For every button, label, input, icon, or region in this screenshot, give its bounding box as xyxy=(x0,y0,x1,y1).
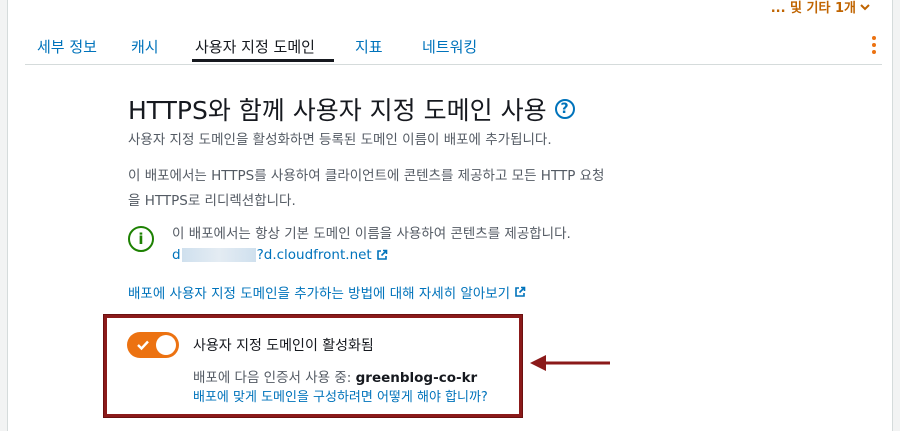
domain-suffix: ?d.cloudfront.net xyxy=(256,247,372,263)
toggle-knob xyxy=(156,335,176,355)
tab-custom-domain[interactable]: 사용자 지정 도메인 xyxy=(195,36,315,57)
default-domain-link[interactable]: d ?d.cloudfront.net xyxy=(172,247,388,263)
tab-cache[interactable]: 캐시 xyxy=(131,36,159,57)
toggle-label: 사용자 지정 도메인이 활성화됨 xyxy=(193,338,374,354)
learn-more-label: 배포에 사용자 지정 도메인을 추가하는 방법에 대해 자세히 알아보기 xyxy=(128,286,511,302)
description-2-line-1: 이 배포에서는 HTTPS를 사용하여 클라이언트에 콘텐츠를 제공하고 모든 … xyxy=(128,168,605,184)
certificate-name: greenblog-co-kr xyxy=(355,370,478,386)
help-icon[interactable]: ? xyxy=(554,99,575,119)
annotation-arrow-icon xyxy=(530,355,610,371)
info-text: 이 배포에서는 항상 기본 도메인 이름을 사용하여 콘텐츠를 제공합니다. xyxy=(172,226,571,242)
tab-bar: 세부 정보 캐시 사용자 지정 도메인 지표 네트워킹 xyxy=(25,30,882,65)
configure-domain-link[interactable]: 배포에 맞게 도메인을 구성하려면 어떻게 해야 합니까? xyxy=(193,386,488,405)
section-heading: HTTPS와 함께 사용자 지정 도메인 사용 ? xyxy=(128,92,688,126)
redacted-region xyxy=(181,248,256,262)
external-link-icon xyxy=(515,286,526,297)
tab-details[interactable]: 세부 정보 xyxy=(37,36,97,57)
more-tabs-label: ... 및 기타 1개 xyxy=(770,1,856,16)
domain-prefix: d xyxy=(172,247,181,263)
more-actions-icon[interactable] xyxy=(870,36,878,54)
learn-more-link[interactable]: 배포에 사용자 지정 도메인을 추가하는 방법에 대해 자세히 알아보기 xyxy=(128,282,526,302)
info-icon: i xyxy=(128,226,154,252)
custom-domain-section: HTTPS와 함께 사용자 지정 도메인 사용 ? 사용자 지정 도메인을 활성… xyxy=(128,92,688,302)
tab-metrics[interactable]: 지표 xyxy=(355,36,383,57)
description-1: 사용자 지정 도메인을 활성화하면 등록된 도메인 이름이 배포에 추가됩니다. xyxy=(128,132,552,148)
checkmark-icon xyxy=(137,340,149,351)
active-tab-indicator xyxy=(192,59,334,62)
external-link-icon xyxy=(376,249,388,260)
tab-networking[interactable]: 네트워킹 xyxy=(422,36,477,57)
chevron-down-icon xyxy=(860,3,870,10)
certificate-info: 배포에 다음 인증서 사용 중: greenblog-co-kr xyxy=(193,366,477,386)
more-tabs-dropdown[interactable]: ... 및 기타 1개 xyxy=(771,0,870,16)
section-title: HTTPS와 함께 사용자 지정 도메인 사용 xyxy=(128,96,547,125)
custom-domain-toggle[interactable] xyxy=(127,332,179,358)
certificate-prefix: 배포에 다음 인증서 사용 중: xyxy=(193,370,356,386)
description-2-line-2: 을 HTTPS로 리디렉션합니다. xyxy=(128,193,296,209)
